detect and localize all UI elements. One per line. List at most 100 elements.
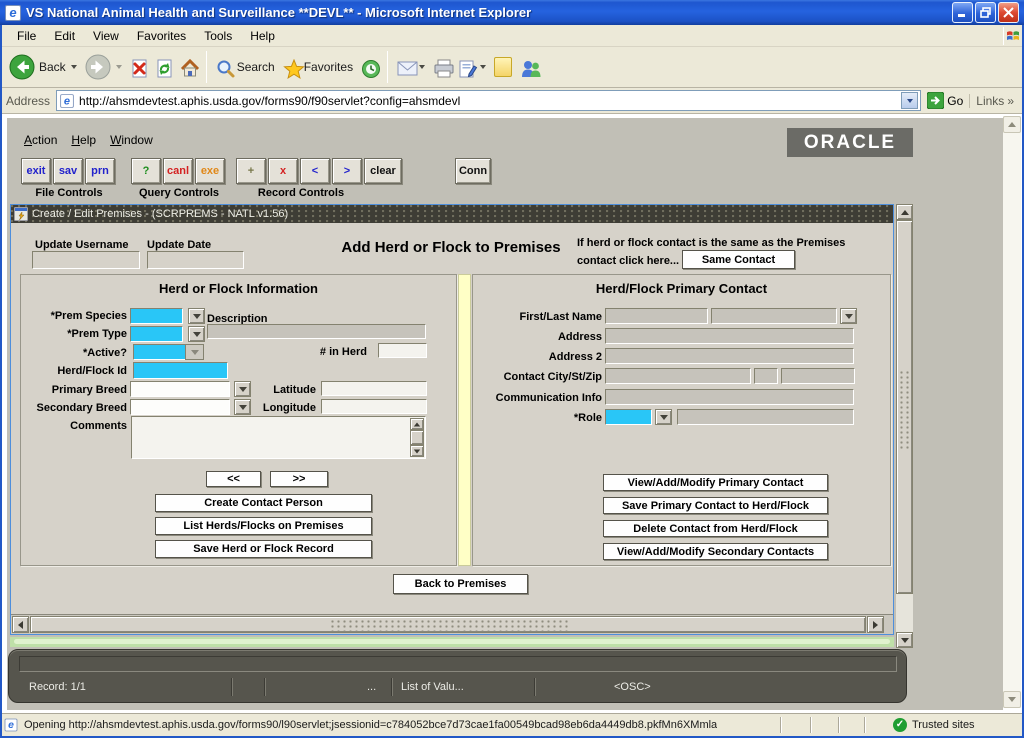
edit-dropdown-icon[interactable] bbox=[480, 65, 486, 69]
herd-flock-id-field[interactable] bbox=[133, 362, 228, 379]
exit-button[interactable]: exit bbox=[21, 158, 51, 184]
links-chevron-icon[interactable]: » bbox=[1007, 94, 1014, 108]
statusbar-message-field bbox=[19, 656, 897, 672]
save-button[interactable]: sav bbox=[53, 158, 83, 184]
active-dropdown-button[interactable] bbox=[185, 344, 204, 360]
back-label: Back bbox=[39, 60, 66, 74]
back-to-premises-button[interactable]: Back to Premises bbox=[393, 574, 528, 594]
prev-herd-button[interactable]: << bbox=[206, 471, 261, 487]
primary-breed-field[interactable] bbox=[130, 381, 230, 397]
oracle-menu-action[interactable]: Action bbox=[19, 133, 62, 147]
messenger-button[interactable] bbox=[516, 49, 541, 85]
address-dropdown-button[interactable] bbox=[901, 92, 918, 109]
address-input[interactable]: http://ahsmdevtest.aphis.usda.gov/forms9… bbox=[56, 90, 921, 111]
search-button[interactable]: Search bbox=[212, 49, 279, 85]
next-herd-button[interactable]: >> bbox=[270, 471, 328, 487]
in-herd-field[interactable] bbox=[378, 343, 427, 358]
comments-scrollbar-thumb[interactable] bbox=[410, 430, 424, 445]
form-window-titlebar[interactable]: Create / Edit Premises - (SCRPREMS - NAT… bbox=[11, 205, 893, 223]
go-button[interactable]: Go bbox=[921, 92, 969, 109]
prem-type-field[interactable] bbox=[130, 326, 183, 342]
delete-contact-button[interactable]: Delete Contact from Herd/Flock bbox=[603, 520, 828, 537]
forward-button[interactable] bbox=[81, 49, 126, 85]
save-herd-record-button[interactable]: Save Herd or Flock Record bbox=[155, 540, 372, 558]
oracle-menu-window[interactable]: Window bbox=[105, 133, 158, 147]
conn-button[interactable]: Conn bbox=[455, 158, 491, 184]
horizontal-scrollbar-thumb[interactable] bbox=[30, 616, 866, 633]
stop-button[interactable] bbox=[126, 49, 151, 85]
oracle-menu-help[interactable]: Help bbox=[66, 133, 101, 147]
back-dropdown-icon[interactable] bbox=[71, 65, 77, 69]
add-record-button[interactable]: + bbox=[236, 158, 266, 184]
list-herds-flocks-button[interactable]: List Herds/Flocks on Premises bbox=[155, 517, 372, 535]
comments-scroll-up-button[interactable] bbox=[410, 418, 424, 430]
latitude-field[interactable] bbox=[321, 381, 427, 396]
vertical-scrollbar-thumb[interactable] bbox=[896, 220, 913, 594]
view-primary-contact-button[interactable]: View/Add/Modify Primary Contact bbox=[603, 474, 828, 491]
prem-species-dropdown-button[interactable] bbox=[188, 308, 205, 324]
form-horizontal-scrollbar[interactable] bbox=[11, 614, 893, 634]
secondary-breed-field[interactable] bbox=[130, 399, 230, 415]
page-scroll-down-button[interactable] bbox=[1003, 691, 1021, 708]
scroll-down-button[interactable] bbox=[896, 632, 913, 648]
clear-record-button[interactable]: clear bbox=[364, 158, 402, 184]
mail-dropdown-icon[interactable] bbox=[419, 65, 425, 69]
close-button[interactable] bbox=[998, 2, 1019, 23]
print-button[interactable] bbox=[429, 49, 454, 85]
menu-edit[interactable]: Edit bbox=[45, 26, 84, 46]
restore-button[interactable] bbox=[975, 2, 996, 23]
role-dropdown-button[interactable] bbox=[655, 409, 672, 425]
prem-type-dropdown-button[interactable] bbox=[188, 326, 205, 342]
scroll-up-button[interactable] bbox=[896, 204, 913, 220]
delete-record-button[interactable]: x bbox=[268, 158, 298, 184]
prem-species-field[interactable] bbox=[130, 308, 183, 324]
menu-favorites[interactable]: Favorites bbox=[128, 26, 195, 46]
form-vertical-scrollbar[interactable] bbox=[896, 204, 913, 648]
comments-scroll-down-button[interactable] bbox=[410, 445, 424, 457]
edit-button[interactable] bbox=[454, 49, 490, 85]
print-form-button[interactable]: prn bbox=[85, 158, 115, 184]
history-button[interactable] bbox=[357, 49, 382, 85]
refresh-button[interactable] bbox=[151, 49, 176, 85]
save-primary-contact-button[interactable]: Save Primary Contact to Herd/Flock bbox=[603, 497, 828, 514]
active-field[interactable] bbox=[133, 344, 186, 360]
comments-field[interactable] bbox=[131, 416, 426, 459]
window-title: VS National Animal Health and Surveillan… bbox=[26, 5, 950, 20]
create-contact-person-button[interactable]: Create Contact Person bbox=[155, 494, 372, 512]
primary-breed-dropdown-button[interactable] bbox=[234, 381, 251, 397]
page-scroll-up-button[interactable] bbox=[1003, 116, 1021, 133]
previous-record-button[interactable]: < bbox=[300, 158, 330, 184]
menu-file[interactable]: File bbox=[8, 26, 45, 46]
next-record-button[interactable]: > bbox=[332, 158, 362, 184]
back-button[interactable]: Back bbox=[5, 49, 81, 85]
browser-vertical-scrollbar[interactable] bbox=[1003, 116, 1021, 708]
longitude-field[interactable] bbox=[321, 399, 427, 414]
menu-view[interactable]: View bbox=[84, 26, 128, 46]
links-bar[interactable]: Links » bbox=[969, 94, 1020, 108]
search-label: Search bbox=[237, 60, 275, 74]
scroll-right-button[interactable] bbox=[867, 616, 884, 633]
statusbar-ellipsis: ... bbox=[367, 681, 376, 693]
forward-dropdown-icon[interactable] bbox=[116, 65, 122, 69]
window-left-border bbox=[0, 25, 2, 736]
home-button[interactable] bbox=[176, 49, 201, 85]
execute-query-button[interactable]: exe bbox=[195, 158, 225, 184]
secondary-breed-dropdown-button[interactable] bbox=[234, 399, 251, 415]
scroll-left-button[interactable] bbox=[12, 616, 29, 633]
enter-query-button[interactable]: ? bbox=[131, 158, 161, 184]
favorites-button[interactable]: Favorites bbox=[279, 49, 357, 85]
minimize-button[interactable] bbox=[952, 2, 973, 23]
mail-button[interactable] bbox=[393, 49, 429, 85]
titlebar[interactable]: VS National Animal Health and Surveillan… bbox=[0, 0, 1024, 25]
menu-tools[interactable]: Tools bbox=[195, 26, 241, 46]
address-url[interactable]: http://ahsmdevtest.aphis.usda.gov/forms9… bbox=[79, 94, 897, 108]
menu-help[interactable]: Help bbox=[241, 26, 284, 46]
same-contact-button[interactable]: Same Contact bbox=[682, 250, 795, 269]
name-dropdown-button[interactable] bbox=[840, 308, 857, 324]
cancel-query-button[interactable]: canl bbox=[163, 158, 193, 184]
state-field bbox=[754, 368, 778, 384]
role-field[interactable] bbox=[605, 409, 652, 425]
mail-icon bbox=[397, 59, 414, 76]
discuss-button[interactable] bbox=[490, 49, 516, 85]
view-secondary-contacts-button[interactable]: View/Add/Modify Secondary Contacts bbox=[603, 543, 828, 560]
